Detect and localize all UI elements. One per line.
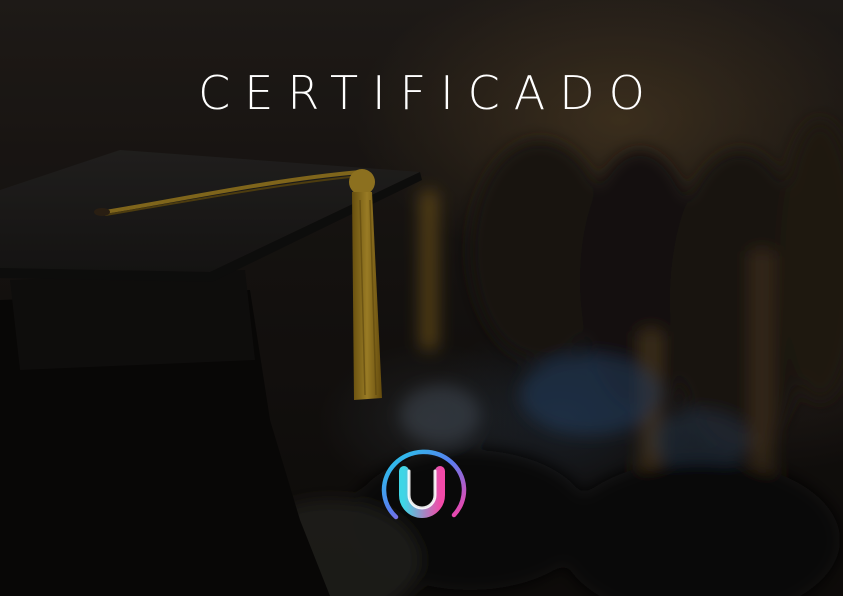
u-ring-logo-icon <box>381 449 467 520</box>
certificate-title: CERTIFICADO <box>198 66 659 120</box>
certificate-canvas: CERTIFICADO <box>0 0 843 596</box>
